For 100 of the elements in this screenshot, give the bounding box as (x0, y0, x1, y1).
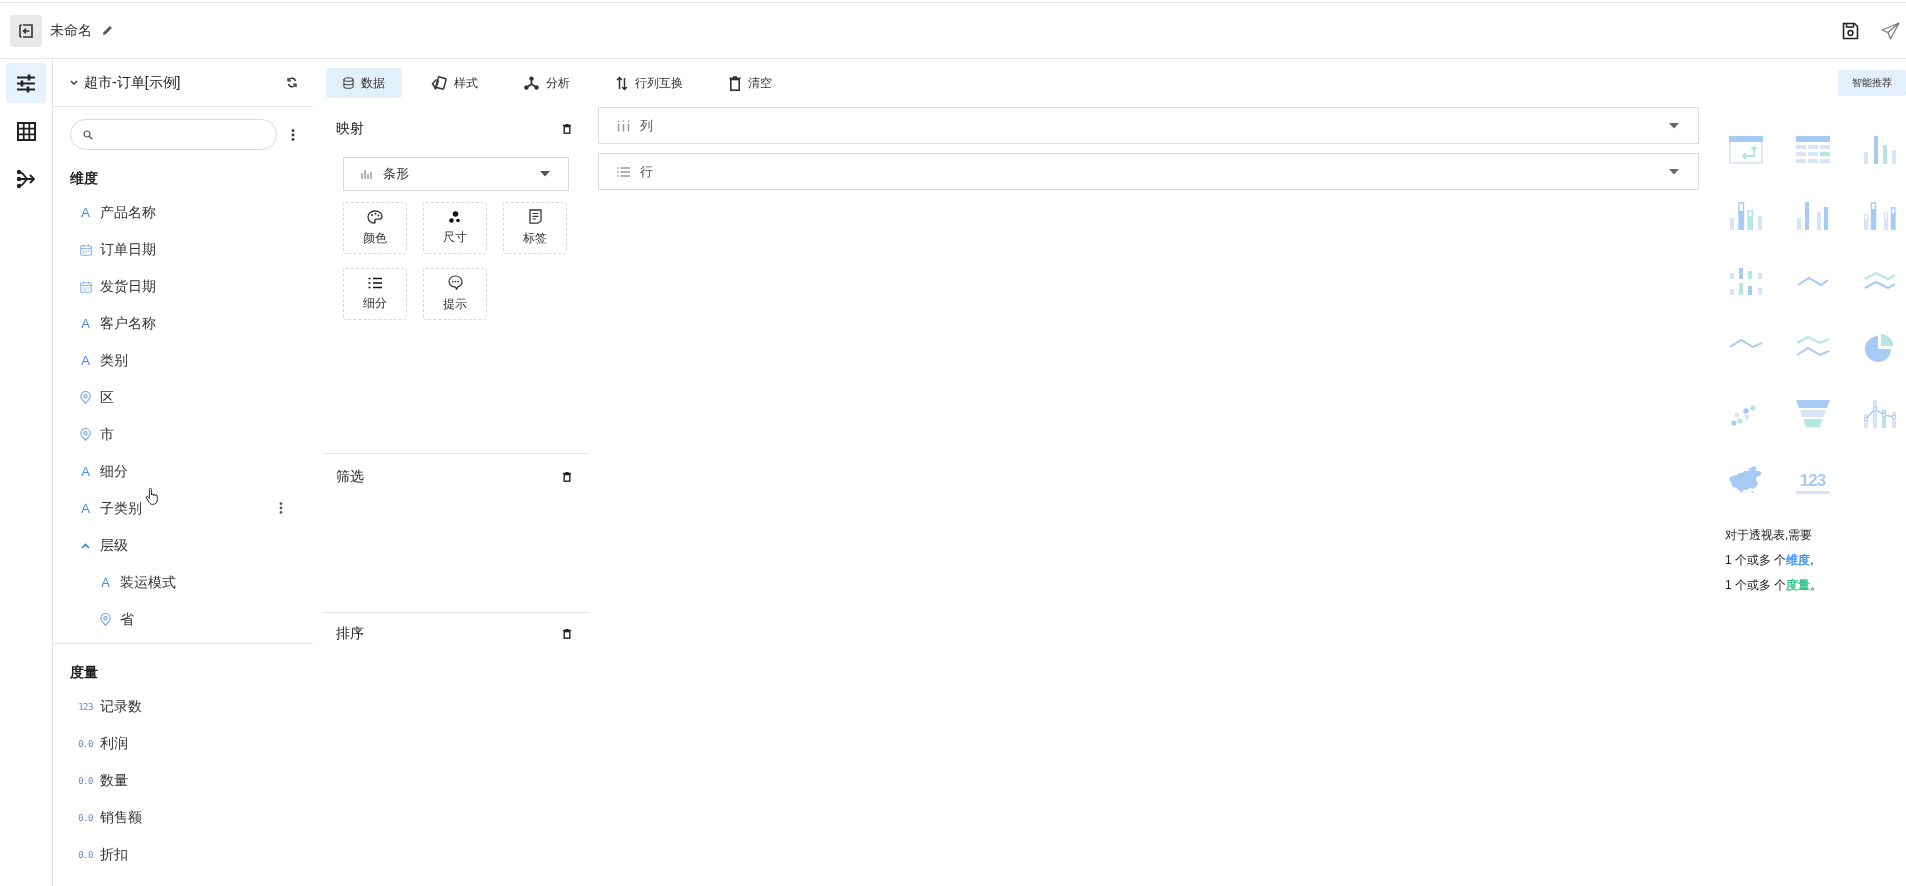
section-title: 排序 (336, 625, 364, 643)
list-icon (368, 276, 382, 289)
type-icon: A (81, 316, 90, 331)
palette-icon (367, 209, 383, 224)
back-button[interactable] (10, 14, 42, 47)
field-name[interactable]: 子类别 (100, 499, 142, 518)
section-title: 维度 (70, 169, 99, 188)
search-icon (83, 129, 93, 140)
clear-button[interactable]: 清空 (712, 68, 789, 98)
type-icon: A (81, 205, 90, 220)
type-icon: 123 (78, 701, 93, 712)
field-name[interactable]: 市 (100, 425, 114, 444)
branch-icon (16, 169, 36, 189)
report-title: 未命名 (50, 21, 92, 40)
stacked-bar-icon[interactable] (1728, 202, 1763, 230)
field-name[interactable]: 省 (120, 610, 134, 629)
calendar-icon (79, 243, 92, 256)
field-name[interactable]: 区 (100, 388, 114, 407)
send-icon[interactable] (1881, 21, 1900, 40)
trash-icon[interactable] (563, 124, 571, 134)
location-pin-icon (80, 391, 91, 404)
combo-chart-icon[interactable] (1862, 400, 1897, 428)
swap-arrows-icon (616, 75, 628, 91)
caret-down-icon (540, 171, 550, 177)
pivot-table-icon[interactable] (1728, 136, 1763, 164)
field-name[interactable]: 产品名称 (100, 203, 156, 222)
type-icon: 0.0 (78, 775, 93, 786)
database-icon (343, 77, 354, 89)
hint-text: 1 个或多 个维度, (1725, 552, 1815, 569)
type-icon: 0.0 (78, 849, 93, 860)
trash-icon[interactable] (563, 629, 571, 639)
chat-bubble-icon (447, 275, 463, 290)
map-icon[interactable] (1728, 466, 1763, 494)
chevron-up-icon[interactable] (81, 542, 90, 549)
tab[interactable]: 分析 (507, 68, 587, 98)
cards-icon (431, 75, 447, 91)
bar-chart-icon[interactable] (1862, 136, 1897, 164)
hint-text: 对于透视表,需要 (1725, 527, 1814, 544)
trash-icon[interactable] (563, 472, 571, 482)
bar-chart-icon (361, 169, 373, 179)
mapping-slot[interactable]: 细分 (343, 268, 407, 320)
more-icon[interactable] (279, 502, 283, 514)
type-icon: A (81, 353, 90, 368)
section-title: 筛选 (336, 468, 364, 486)
field-name[interactable]: 装运模式 (120, 573, 176, 592)
pencil-icon[interactable] (102, 25, 113, 36)
refresh-icon[interactable] (287, 77, 297, 88)
field-name[interactable]: 销售额 (100, 808, 142, 827)
swap-button[interactable]: 行列互换 (599, 68, 700, 98)
shelf-field[interactable]: 列 (598, 107, 1699, 144)
mapping-slot[interactable]: 提示 (423, 268, 487, 320)
location-pin-icon (100, 613, 111, 626)
grid-icon (16, 121, 36, 141)
sliders-icon (16, 73, 36, 93)
location-pin-icon (80, 428, 91, 441)
type-icon: A (81, 464, 90, 479)
stacked-grouped-bar-icon[interactable] (1862, 202, 1897, 230)
section-title: 映射 (336, 120, 364, 138)
table-chart-icon[interactable] (1795, 136, 1830, 164)
mapping-slot[interactable]: 尺寸 (423, 202, 487, 254)
field-name[interactable]: 利润 (100, 734, 128, 753)
dots-icon (449, 210, 461, 223)
hint-text: 1 个或多 个度量。 (1725, 577, 1824, 594)
field-name[interactable]: 记录数 (100, 697, 142, 716)
funnel-chart-icon[interactable] (1795, 400, 1830, 428)
chart-type-select[interactable]: 条形 (343, 157, 569, 191)
more-icon[interactable] (291, 128, 295, 141)
trash-icon (729, 75, 741, 91)
hand-cursor-icon (145, 487, 159, 506)
field-name[interactable]: 层级 (100, 536, 128, 555)
field-name[interactable]: 细分 (100, 462, 128, 481)
mapping-slot[interactable]: 标签 (503, 202, 567, 254)
type-icon: A (101, 575, 110, 590)
field-name[interactable]: 数量 (100, 771, 128, 790)
rail-button[interactable] (6, 63, 46, 103)
shelf-field[interactable]: 行 (598, 153, 1699, 190)
mapping-slot[interactable]: 颜色 (343, 202, 407, 254)
bar-matrix-icon[interactable] (1728, 268, 1763, 296)
field-name[interactable]: 折扣 (100, 845, 128, 864)
caret-down-icon (1669, 122, 1679, 129)
type-icon: A (81, 501, 90, 516)
tab[interactable]: 样式 (414, 68, 495, 98)
section-title: 度量 (70, 663, 99, 682)
recommend-button[interactable]: 智能推荐 (1838, 70, 1906, 96)
field-name[interactable]: 订单日期 (100, 240, 156, 259)
grouped-bar-icon[interactable] (1795, 202, 1830, 230)
columns-icon (617, 119, 630, 132)
exit-icon (19, 23, 33, 38)
field-name[interactable]: 客户名称 (100, 314, 156, 333)
rows-icon (617, 166, 630, 177)
save-icon[interactable] (1842, 21, 1859, 40)
document-icon (528, 209, 542, 224)
field-name[interactable]: 发货日期 (100, 277, 156, 296)
chevron-down-icon[interactable] (70, 80, 78, 85)
dataset-name[interactable]: 超市-订单[示例] (84, 73, 181, 92)
nodes-icon (524, 76, 539, 90)
caret-down-icon (1669, 168, 1679, 175)
type-icon: 0.0 (78, 812, 93, 823)
field-name[interactable]: 类别 (100, 351, 128, 370)
tab[interactable]: 数据 (326, 68, 402, 98)
